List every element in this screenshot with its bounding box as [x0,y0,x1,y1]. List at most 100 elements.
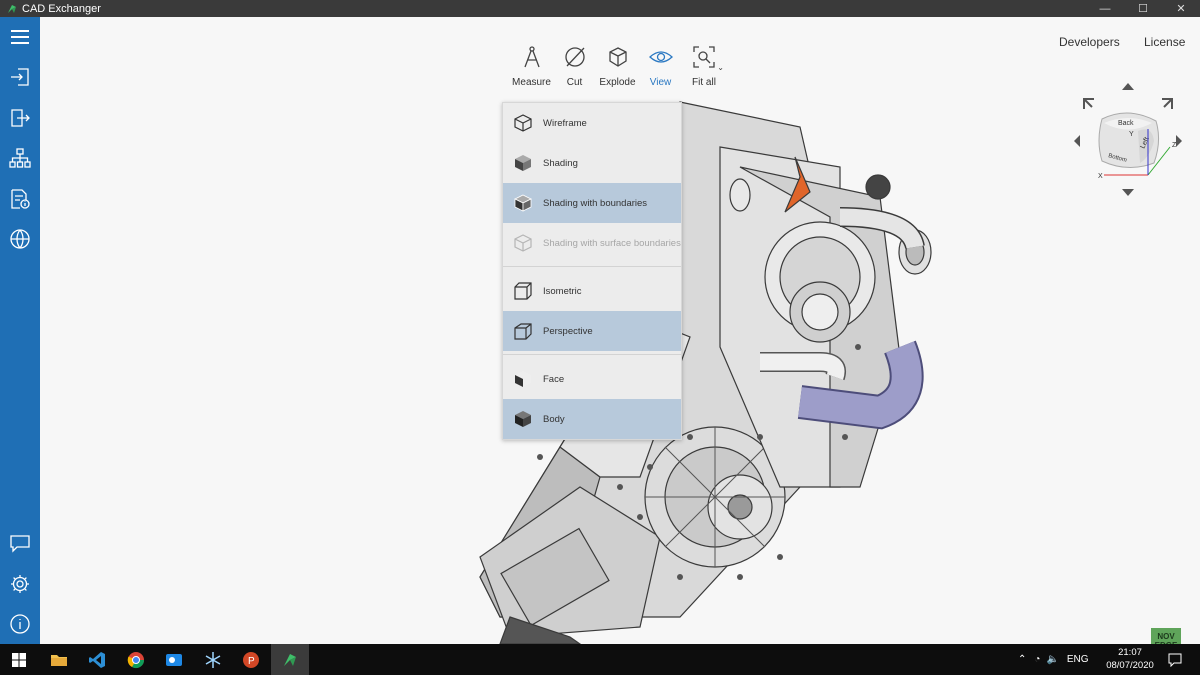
menu-item-face[interactable]: Face [503,359,681,399]
view-cube[interactable]: Back Left Bottom X Y Z [1068,81,1188,201]
taskbar-outlook[interactable] [155,644,193,675]
close-button[interactable]: ✕ [1162,0,1200,17]
eye-icon [648,51,673,63]
maximize-button[interactable]: ☐ [1124,0,1162,17]
cut-tool[interactable]: Cut [553,45,596,95]
fit-all-dropdown-caret[interactable]: ⌄ [717,63,724,72]
body-select-icon [515,411,531,427]
export-button[interactable] [0,102,40,134]
cad-exchanger-icon [284,653,296,666]
start-button[interactable] [0,644,38,675]
arrow-right-icon[interactable] [1176,135,1182,147]
mail-app-icon [166,653,182,666]
folder-icon [51,654,67,666]
tree-structure-icon [9,148,31,168]
hamburger-menu-button[interactable] [0,21,40,53]
network-icon[interactable]: ◔ [1034,654,1040,665]
import-button[interactable] [0,61,40,93]
chrome-icon [127,651,145,668]
title-bar: CAD Exchanger — ☐ ✕ [0,0,1200,17]
developers-link[interactable]: Developers [1059,35,1120,49]
system-tray: ⌃ ◔ 🔈 ENG [1018,644,1089,675]
menu-item-label: Isometric [543,285,582,297]
taskbar-file-explorer[interactable] [40,644,78,675]
settings-button[interactable] [0,568,40,600]
arrow-down-icon[interactable] [1122,189,1134,196]
menu-item-shading[interactable]: Shading [503,143,681,183]
shaded-boundaries-cube-icon [514,194,532,212]
globe-icon [10,229,30,249]
fit-all-icon [693,46,715,68]
svg-text:P: P [248,656,255,667]
window-title: CAD Exchanger [22,2,101,15]
measure-label: Measure [512,77,551,88]
cut-icon [564,47,585,67]
view-dropdown-menu: Wireframe Shading Shading with boundarie… [502,102,682,440]
tray-chevron-up-icon[interactable]: ⌃ [1018,654,1026,665]
clock-time: 21:07 [1118,647,1142,658]
web-button[interactable] [0,223,40,255]
menu-item-label: Shading with boundaries [543,197,648,209]
menu-item-wireframe[interactable]: Wireframe [503,103,681,143]
explode-label: Explode [599,77,636,88]
clock-date: 08/07/2020 [1106,660,1154,671]
compass-icon [523,46,540,68]
view-tool[interactable]: View [639,45,682,95]
cube-face-back: Back [1118,120,1134,127]
view-label: View [649,77,672,88]
isometric-cube-icon [514,282,532,300]
feedback-button[interactable] [0,527,40,559]
input-language[interactable]: ENG [1067,654,1089,665]
windows-logo-icon [12,652,26,667]
taskbar-clock[interactable]: 21:07 08/07/2020 [1100,646,1160,672]
face-select-icon [515,371,531,387]
taskbar-cad-exchanger[interactable] [271,644,309,675]
volume-icon[interactable]: 🔈 [1046,654,1058,665]
menu-item-label: Face [543,373,565,385]
properties-button[interactable] [0,183,40,215]
minimize-button[interactable]: — [1086,0,1124,17]
taskbar-powerpoint[interactable]: P [232,644,270,675]
explode-icon [608,47,627,67]
menu-item-label: Shading [543,157,578,169]
info-icon [10,614,30,634]
structure-button[interactable] [0,142,40,174]
arrow-up-icon[interactable] [1122,83,1134,90]
hamburger-icon [11,30,29,44]
fit-all-tool[interactable]: Fit all ⌄ [682,45,726,95]
rotate-up-right-icon[interactable] [1162,98,1173,109]
vscode-icon [89,651,105,668]
taskbar-chrome[interactable] [117,644,155,675]
gear-icon [11,575,29,593]
measure-tool[interactable]: Measure [510,45,553,95]
windows-taskbar: P ⌃ ◔ 🔈 ENG 21:07 08/07/2020 [0,644,1200,675]
menu-item-shading-with-surface-boundaries: Shading with surface boundaries [503,223,681,263]
fit-all-label: Fit all [692,77,716,88]
top-toolbar: Measure Cut Explode View Fit all ⌄ [510,45,726,95]
shaded-cube-icon [515,155,531,171]
rotate-up-left-icon[interactable] [1083,98,1094,109]
cad-exchanger-logo-icon [8,4,16,13]
menu-item-label: Wireframe [543,117,587,129]
export-icon [11,109,30,127]
menu-item-label: Shading with surface boundaries [543,237,681,249]
explode-tool[interactable]: Explode [596,45,639,95]
perspective-cube-icon [514,323,532,340]
import-icon [11,68,29,86]
menu-item-perspective[interactable]: Perspective [503,311,681,351]
axis-x-label: X [1098,173,1103,180]
arrow-left-icon[interactable] [1074,135,1080,147]
license-link[interactable]: License [1144,35,1185,49]
3d-viewport[interactable]: Measure Cut Explode View Fit all ⌄ Devel… [40,17,1200,644]
surface-boundaries-cube-icon [514,234,532,252]
taskbar-vscode[interactable] [78,644,116,675]
taskbar-snowflake-app[interactable] [194,644,232,675]
menu-item-body[interactable]: Body [503,399,681,439]
menu-item-isometric[interactable]: Isometric [503,271,681,311]
notification-center-button[interactable] [1168,644,1182,675]
axis-z-label: Z [1172,142,1177,149]
about-button[interactable] [0,608,40,640]
snowflake-icon [205,651,221,668]
menu-item-shading-with-boundaries[interactable]: Shading with boundaries [503,183,681,223]
chat-bubble-icon [10,535,30,553]
